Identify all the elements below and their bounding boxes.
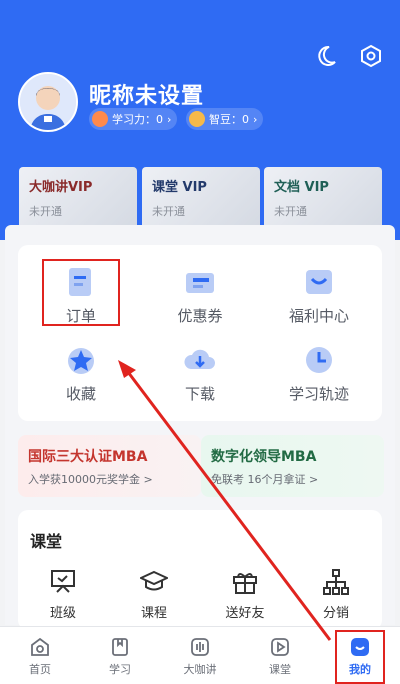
course-item-class[interactable]: 班级: [23, 568, 103, 621]
home-icon: [31, 637, 49, 656]
profile-icon: [351, 638, 369, 656]
moon-icon[interactable]: [314, 44, 338, 68]
vip-title: 大咖讲VIP: [29, 180, 93, 195]
grid-item-benefit[interactable]: 福利中心: [264, 265, 374, 335]
grid-label: 订单: [65, 307, 96, 325]
graduation-cap-icon: [140, 570, 168, 591]
play-icon: [271, 638, 289, 656]
course-item-distribution[interactable]: 分销: [296, 568, 376, 621]
chevron-right-icon: ›: [167, 112, 172, 126]
tab-home[interactable]: 首页: [0, 627, 80, 684]
book-icon: [112, 638, 128, 656]
grid-item-download[interactable]: 下载: [145, 343, 255, 413]
vip-card-classroom[interactable]: 课堂 VIP 未开通: [142, 167, 260, 225]
grid-item-coupon[interactable]: 优惠券: [145, 265, 255, 335]
tab-label: 学习: [109, 663, 131, 676]
coupon-icon: [186, 273, 214, 293]
grid-item-favorites[interactable]: 收藏: [26, 343, 136, 413]
vip-status: 未开通: [152, 205, 185, 218]
grid-label: 下载: [184, 385, 215, 403]
tab-profile[interactable]: 我的: [320, 627, 400, 684]
distribution-icon: [323, 569, 349, 595]
tab-classroom[interactable]: 课堂: [240, 627, 320, 684]
tab-label: 课堂: [269, 663, 291, 676]
class-icon: [51, 570, 75, 593]
promo-subtitle: 入学获10000元奖学金 >: [28, 473, 153, 486]
bottom-tab-bar: 首页 学习 大咖讲 课堂 我的: [0, 626, 400, 684]
course-item-gift[interactable]: 送好友: [205, 568, 285, 621]
grid-label: 收藏: [65, 385, 96, 403]
vip-status: 未开通: [274, 205, 307, 218]
tab-label: 大咖讲: [183, 663, 217, 676]
vip-title: 文档 VIP: [274, 180, 329, 195]
avatar-illustration: [20, 74, 76, 130]
tab-dakajiang[interactable]: 大咖讲: [160, 627, 240, 684]
beans-pill[interactable]: 智豆：0 ›: [186, 108, 264, 130]
gift-icon: [233, 573, 257, 594]
tab-label: 我的: [349, 663, 371, 676]
vip-title: 课堂 VIP: [152, 180, 207, 195]
tab-study[interactable]: 学习: [80, 627, 160, 684]
vip-status: 未开通: [29, 205, 62, 218]
study-power-label: 学习力：0: [112, 113, 163, 126]
order-icon: [69, 268, 91, 296]
promo-subtitle: 免联考 16个月拿证 >: [211, 473, 319, 486]
course-item-courses[interactable]: 课程: [114, 568, 194, 621]
classroom-card: 课堂 班级 课程 送好友 分销: [18, 510, 382, 630]
study-power-pill[interactable]: 学习力：0 ›: [89, 108, 178, 130]
grid-label: 学习轨迹: [288, 385, 349, 403]
course-label: 分销: [322, 606, 349, 621]
settings-icon[interactable]: [359, 44, 383, 68]
grid-item-history[interactable]: 学习轨迹: [264, 343, 374, 413]
flame-icon: [92, 111, 108, 127]
service-grid: 订单 优惠券 福利中心 收藏 下载 学习轨迹: [18, 245, 382, 421]
vip-card-document[interactable]: 文档 VIP 未开通: [264, 167, 382, 225]
promo-mba-digital[interactable]: 数字化领导MBA 免联考 16个月拿证 >: [201, 435, 384, 497]
course-label: 课程: [140, 606, 167, 621]
beans-label: 智豆：0: [209, 113, 249, 126]
clock-icon: [306, 347, 332, 373]
promo-mba-international[interactable]: 国际三大认证MBA 入学获10000元奖学金 >: [18, 435, 201, 497]
grid-item-order[interactable]: 订单: [26, 265, 136, 335]
course-label: 送好友: [225, 606, 265, 621]
tab-label: 首页: [29, 663, 51, 676]
audio-icon: [191, 638, 209, 656]
bean-icon: [189, 111, 205, 127]
benefit-icon: [306, 270, 332, 294]
promo-title: 国际三大认证MBA: [28, 449, 148, 465]
course-label: 班级: [49, 606, 76, 621]
chevron-right-icon: ›: [253, 112, 258, 126]
promo-title: 数字化领导MBA: [211, 449, 317, 465]
nickname[interactable]: 昵称未设置: [89, 78, 204, 110]
star-icon: [68, 348, 94, 374]
grid-label: 优惠券: [177, 307, 223, 325]
section-title: 课堂: [30, 532, 63, 551]
avatar[interactable]: [18, 72, 78, 132]
download-icon: [184, 349, 215, 369]
grid-label: 福利中心: [288, 307, 349, 325]
vip-card-dakajiang[interactable]: 大咖讲VIP 未开通: [19, 167, 137, 225]
